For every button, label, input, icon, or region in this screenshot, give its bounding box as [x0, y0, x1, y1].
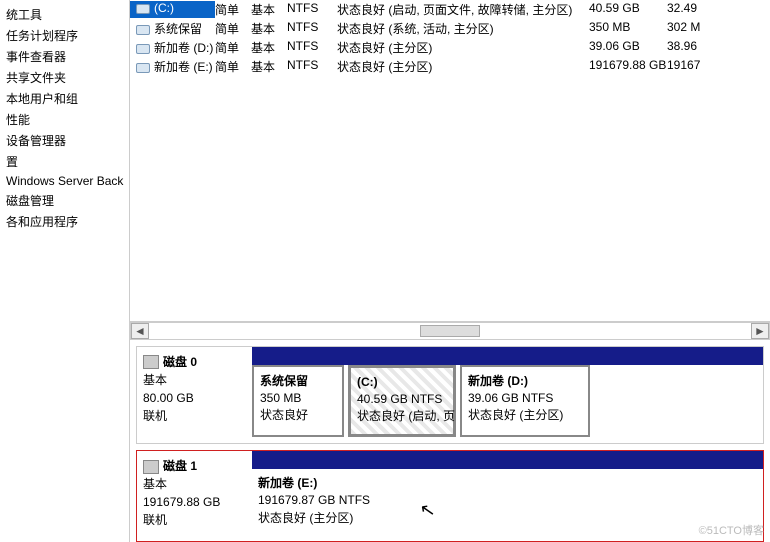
volume-layout: 简单	[215, 58, 251, 75]
nav-device-manager[interactable]: 设备管理器	[0, 130, 129, 151]
volume-free: 38.96	[667, 39, 770, 56]
partition[interactable]: 新加卷 (D:)39.06 GB NTFS状态良好 (主分区)	[460, 365, 590, 437]
nav-task-scheduler[interactable]: 任务计划程序	[0, 25, 129, 46]
volume-capacity: 350 MB	[589, 20, 667, 37]
nav-event-viewer[interactable]: 事件查看器	[0, 46, 129, 67]
watermark: ©51CTO博客	[699, 522, 764, 538]
disk-1-bar	[252, 451, 763, 469]
partition-status: 状态良好 (启动, 页	[357, 408, 447, 425]
volume-status: 状态良好 (主分区)	[337, 58, 589, 75]
partition[interactable]: (C:)40.59 GB NTFS状态良好 (启动, 页	[348, 365, 456, 437]
volume-status: 状态良好 (系统, 活动, 主分区)	[337, 20, 589, 37]
partition-status: 状态良好 (主分区)	[258, 510, 396, 527]
volume-capacity: 40.59 GB	[589, 1, 667, 18]
volume-free: 32.49	[667, 1, 770, 18]
volume-list: (C:)简单基本NTFS状态良好 (启动, 页面文件, 故障转储, 主分区)40…	[130, 0, 770, 322]
volume-fs: NTFS	[287, 58, 337, 75]
volume-type: 基本	[251, 1, 287, 18]
volume-icon	[136, 4, 150, 14]
nav-storage[interactable]: 置	[0, 151, 129, 172]
partition-name: 新加卷 (E:)	[258, 475, 396, 492]
disk-1-type: 基本	[143, 475, 246, 493]
volume-name: (C:)	[130, 1, 215, 18]
volume-type: 基本	[251, 58, 287, 75]
nav-shared-folders[interactable]: 共享文件夹	[0, 67, 129, 88]
nav-services-apps[interactable]: 各和应用程序	[0, 211, 129, 232]
nav-performance[interactable]: 性能	[0, 109, 129, 130]
nav-windows-backup[interactable]: Windows Server Back	[0, 172, 129, 190]
nav-tree: 统工具 任务计划程序 事件查看器 共享文件夹 本地用户和组 性能 设备管理器 置…	[0, 0, 130, 542]
volume-row[interactable]: 新加卷 (D:)简单基本NTFS状态良好 (主分区)39.06 GB38.96	[130, 38, 770, 57]
volume-fs: NTFS	[287, 20, 337, 37]
disk-1-title: 磁盘 1	[163, 459, 197, 473]
partition[interactable]: 新加卷 (E:)191679.87 GB NTFS状态良好 (主分区)	[252, 469, 402, 535]
partition-size: 39.06 GB NTFS	[468, 390, 582, 407]
partition-status: 状态良好	[260, 407, 336, 424]
disk-0-map: 系统保留350 MB状态良好(C:)40.59 GB NTFS状态良好 (启动,…	[252, 347, 763, 443]
partition-size: 40.59 GB NTFS	[357, 391, 447, 408]
volume-capacity: 39.06 GB	[589, 39, 667, 56]
partition[interactable]: 系统保留350 MB状态良好	[252, 365, 344, 437]
partition-name: 系统保留	[260, 373, 336, 390]
volume-status: 状态良好 (主分区)	[337, 39, 589, 56]
volume-fs: NTFS	[287, 1, 337, 18]
scroll-thumb[interactable]	[420, 325, 480, 337]
volume-layout: 简单	[215, 1, 251, 18]
scroll-right-icon[interactable]: ►	[751, 323, 769, 339]
h-scrollbar[interactable]: ◄ ►	[130, 322, 770, 340]
partition-status: 状态良好 (主分区)	[468, 407, 582, 424]
disk-0-state: 联机	[143, 407, 246, 425]
scroll-track[interactable]	[149, 323, 751, 339]
volume-name: 新加卷 (E:)	[130, 58, 215, 75]
partition-name: 新加卷 (D:)	[468, 373, 582, 390]
disk-1-size: 191679.88 GB	[143, 493, 246, 511]
disk-map: 磁盘 0 基本 80.00 GB 联机 系统保留350 MB状态良好(C:)40…	[130, 340, 770, 542]
disk-0-type: 基本	[143, 371, 246, 389]
volume-layout: 简单	[215, 39, 251, 56]
volume-free: 302 M	[667, 20, 770, 37]
disk-1-map: 新加卷 (E:)191679.87 GB NTFS状态良好 (主分区)	[252, 451, 763, 541]
volume-capacity: 191679.88 GB	[589, 58, 667, 75]
nav-local-users[interactable]: 本地用户和组	[0, 88, 129, 109]
disk-0-info: 磁盘 0 基本 80.00 GB 联机	[137, 347, 252, 443]
volume-icon	[136, 25, 150, 35]
volume-type: 基本	[251, 39, 287, 56]
volume-name: 系统保留	[130, 20, 215, 37]
disk-0-size: 80.00 GB	[143, 389, 246, 407]
volume-layout: 简单	[215, 20, 251, 37]
volume-row[interactable]: 系统保留简单基本NTFS状态良好 (系统, 活动, 主分区)350 MB302 …	[130, 19, 770, 38]
volume-name: 新加卷 (D:)	[130, 39, 215, 56]
volume-row[interactable]: 新加卷 (E:)简单基本NTFS状态良好 (主分区)191679.88 GB19…	[130, 57, 770, 76]
disk-0-bar	[252, 347, 763, 365]
disk-1-state: 联机	[143, 511, 246, 529]
partition-name: (C:)	[357, 374, 447, 391]
volume-free: 19167	[667, 58, 770, 75]
nav-system-tools[interactable]: 统工具	[0, 4, 129, 25]
scroll-left-icon[interactable]: ◄	[131, 323, 149, 339]
volume-row[interactable]: (C:)简单基本NTFS状态良好 (启动, 页面文件, 故障转储, 主分区)40…	[130, 0, 770, 19]
disk-icon	[143, 355, 159, 369]
disk-icon	[143, 460, 159, 474]
partition-size: 191679.87 GB NTFS	[258, 492, 396, 509]
main-pane: (C:)简单基本NTFS状态良好 (启动, 页面文件, 故障转储, 主分区)40…	[130, 0, 770, 542]
disk-0[interactable]: 磁盘 0 基本 80.00 GB 联机 系统保留350 MB状态良好(C:)40…	[136, 346, 764, 444]
disk-1-info: 磁盘 1 基本 191679.88 GB 联机	[137, 451, 252, 541]
disk-0-title: 磁盘 0	[163, 355, 197, 369]
nav-disk-management[interactable]: 磁盘管理	[0, 190, 129, 211]
volume-type: 基本	[251, 20, 287, 37]
partition-size: 350 MB	[260, 390, 336, 407]
volume-status: 状态良好 (启动, 页面文件, 故障转储, 主分区)	[337, 1, 589, 18]
volume-fs: NTFS	[287, 39, 337, 56]
volume-icon	[136, 44, 150, 54]
disk-1[interactable]: 磁盘 1 基本 191679.88 GB 联机 新加卷 (E:)191679.8…	[136, 450, 764, 542]
volume-icon	[136, 63, 150, 73]
